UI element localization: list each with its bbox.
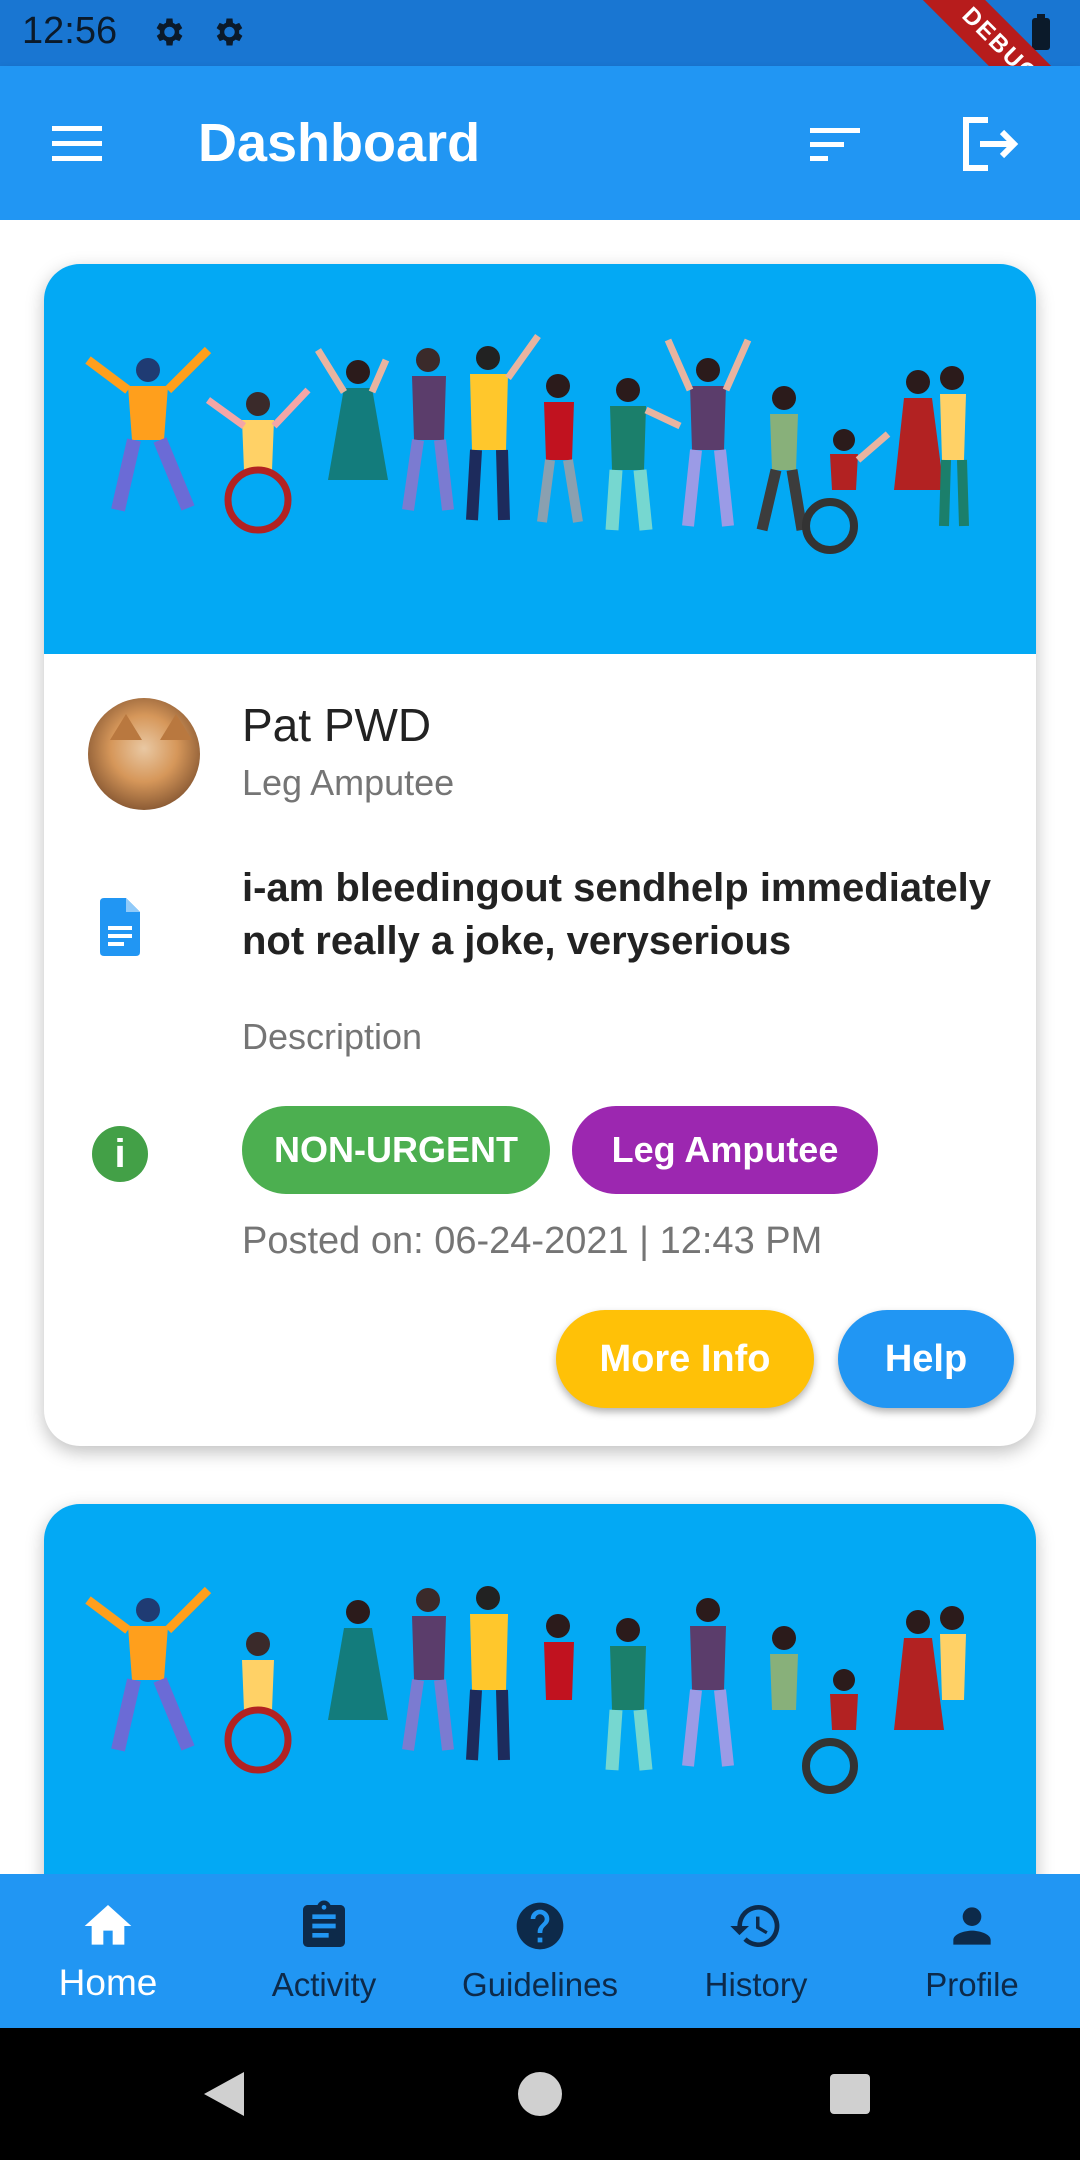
category-chip: Leg Amputee [572, 1106, 878, 1194]
user-name: Pat PWD [242, 699, 432, 751]
nav-item-guidelines[interactable]: Guidelines [432, 1874, 648, 2028]
posted-on-timestamp: Posted on: 06-24-2021 | 12:43 PM [242, 1220, 823, 1262]
clipboard-icon [303, 1900, 345, 1947]
home-icon [84, 1905, 132, 1945]
settings-gear-icon [216, 18, 243, 46]
card-banner-illustration [44, 1504, 1036, 1874]
urgency-chip: NON-URGENT [242, 1106, 550, 1194]
nav-item-history[interactable]: History [648, 1874, 864, 2028]
document-icon [100, 898, 140, 956]
people-group [85, 333, 969, 554]
post-description: i-am bleedingout sendhelp immediately no… [242, 866, 992, 963]
nav-label: Home [58, 1962, 158, 2003]
screen: 12:56 DEBUG Dashboard Pat PWD Leg Ampute… [0, 0, 1080, 2160]
logout-icon[interactable] [958, 114, 1022, 174]
status-time: 12:56 [22, 10, 118, 52]
nav-item-profile[interactable]: Profile [864, 1874, 1080, 2028]
person-icon [953, 1907, 991, 1945]
people-illustration [85, 333, 969, 554]
back-icon[interactable] [204, 2072, 244, 2116]
help-circle-icon [516, 1902, 564, 1950]
sort-icon[interactable] [808, 124, 864, 164]
nav-item-activity[interactable]: Activity [216, 1874, 432, 2028]
description-label: Description [242, 1016, 423, 1057]
user-disability: Leg Amputee [242, 762, 455, 803]
post-feed[interactable]: Pat PWD Leg Amputee i-am bleedingout sen… [0, 220, 1080, 1874]
settings-gear-icon [156, 18, 183, 46]
history-icon [730, 1904, 780, 1947]
people-illustration [85, 1586, 966, 1794]
help-request-card: Pat PWD Leg Amputee i-am bleedingout sen… [44, 264, 1036, 1446]
nav-item-home[interactable]: Home [0, 1874, 216, 2028]
nav-label: Activity [271, 1966, 377, 2003]
info-icon: i [92, 1126, 148, 1182]
home-circle-icon[interactable] [518, 2072, 562, 2116]
nav-label: History [704, 1966, 808, 2003]
card-banner-illustration [44, 264, 1036, 654]
page-title: Dashboard [198, 113, 481, 173]
help-request-card [44, 1504, 1036, 1874]
menu-icon[interactable] [48, 124, 106, 164]
status-bar: 12:56 DEBUG [0, 0, 1080, 168]
nav-label: Guidelines [462, 1966, 618, 2003]
help-button[interactable]: Help [838, 1310, 1014, 1408]
avatar[interactable] [88, 698, 200, 810]
more-info-button[interactable]: More Info [556, 1310, 814, 1408]
recent-apps-icon[interactable] [830, 2074, 870, 2114]
system-navigation-bar [0, 2028, 1080, 2160]
nav-label: Profile [925, 1966, 1019, 2003]
app-bar: Dashboard [0, 66, 1080, 220]
bottom-navigation: Home Activity Guidelines History Profile [0, 1874, 1080, 2028]
